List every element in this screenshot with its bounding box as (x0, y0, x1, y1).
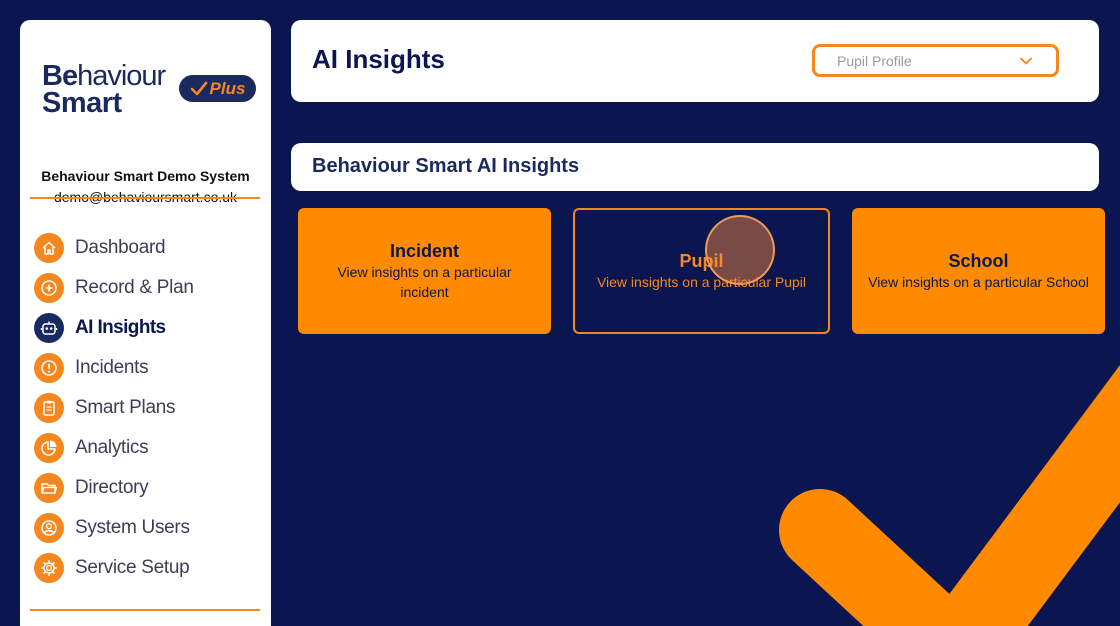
organisation-name: Behaviour Smart Demo System (41, 168, 250, 184)
gear-icon (34, 553, 64, 583)
folder-icon (34, 473, 64, 503)
divider (30, 609, 260, 611)
pupil-card[interactable]: Pupil View insights on a particular Pupi… (573, 208, 830, 334)
pie-chart-icon (34, 433, 64, 463)
page-title: AI Insights (312, 44, 445, 74)
sidebar-item-smart-plans[interactable]: Smart Plans (34, 388, 264, 428)
check-icon (190, 81, 207, 95)
page-header: AI Insights Pupil Profile (291, 20, 1099, 102)
sidebar-item-ai-insights[interactable]: AI Insights (34, 308, 264, 348)
sidebar-item-label: Incidents (75, 357, 149, 378)
sidebar-item-label: Service Setup (75, 557, 190, 578)
sidebar-item-incidents[interactable]: Incidents (34, 348, 264, 388)
sidebar-nav: Dashboard Record & Plan AI Insights Inci… (34, 228, 264, 588)
card-title: Incident (389, 240, 459, 261)
card-description: View insights on a particular Pupil (596, 273, 807, 290)
sidebar-item-label: Smart Plans (75, 397, 176, 418)
sidebar: Behaviour Smart Plus Behaviour Smart Dem… (20, 20, 271, 626)
school-card[interactable]: School View insights on a particular Sch… (852, 208, 1105, 334)
sidebar-item-label: Analytics (75, 437, 149, 458)
behaviour-smart-logo[interactable]: Behaviour Smart Plus (42, 60, 257, 140)
select-value: Pupil Profile (837, 52, 912, 69)
divider (30, 197, 260, 199)
alert-icon (34, 353, 64, 383)
sidebar-item-label: Dashboard (75, 237, 166, 258)
user-icon (34, 513, 64, 543)
card-description: View insights on a particular School (868, 273, 1089, 290)
home-icon (34, 233, 64, 263)
chevron-down-icon (1020, 57, 1032, 64)
clipboard-icon (34, 393, 64, 423)
insight-type-select[interactable]: Pupil Profile (812, 44, 1059, 77)
sidebar-item-dashboard[interactable]: Dashboard (34, 228, 264, 268)
card-description: View insights on a particular incident (337, 263, 512, 300)
sidebar-item-service-setup[interactable]: Service Setup (34, 548, 264, 588)
logo-text-smart: Smart (42, 87, 122, 119)
sidebar-item-label: Directory (75, 477, 149, 498)
robot-icon (34, 313, 64, 343)
sidebar-item-label: AI Insights (75, 317, 166, 338)
section-title: Behaviour Smart AI Insights (312, 155, 580, 177)
incident-card[interactable]: Incident View insights on a particular i… (298, 208, 551, 334)
sidebar-item-record-plan[interactable]: Record & Plan (34, 268, 264, 308)
sidebar-item-analytics[interactable]: Analytics (34, 428, 264, 468)
plus-circle-icon (34, 273, 64, 303)
sidebar-item-label: System Users (75, 517, 190, 538)
card-title: School (948, 250, 1009, 271)
plus-badge: Plus (179, 75, 256, 102)
plus-label: Plus (209, 78, 246, 98)
card-title: Pupil (679, 250, 724, 271)
sidebar-item-label: Record & Plan (75, 277, 194, 298)
sidebar-item-directory[interactable]: Directory (34, 468, 264, 508)
section-header: Behaviour Smart AI Insights (291, 143, 1099, 191)
sidebar-item-system-users[interactable]: System Users (34, 508, 264, 548)
